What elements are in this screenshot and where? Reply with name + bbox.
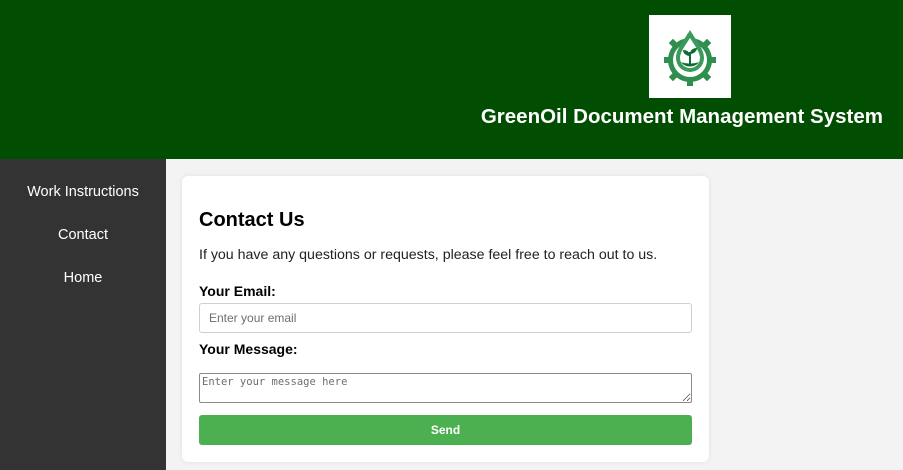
app-header: GreenOil Document Management System [0, 0, 903, 159]
email-field[interactable] [199, 303, 692, 333]
sidebar-item-work-instructions[interactable]: Work Instructions [0, 184, 166, 200]
sidebar-nav: Work Instructions Contact Home [0, 159, 166, 470]
greenoil-logo-icon [649, 15, 731, 98]
sidebar-item-home[interactable]: Home [0, 270, 166, 286]
email-label: Your Email: [199, 283, 276, 299]
page-title: Contact Us [199, 209, 305, 231]
send-button[interactable]: Send [199, 415, 692, 445]
message-label: Your Message: [199, 341, 298, 357]
sidebar-item-contact[interactable]: Contact [0, 227, 166, 243]
intro-text: If you have any questions or requests, p… [199, 247, 658, 263]
contact-card: Contact Us If you have any questions or … [182, 176, 709, 462]
app-title: GreenOil Document Management System [480, 105, 883, 128]
message-field[interactable] [199, 373, 692, 403]
